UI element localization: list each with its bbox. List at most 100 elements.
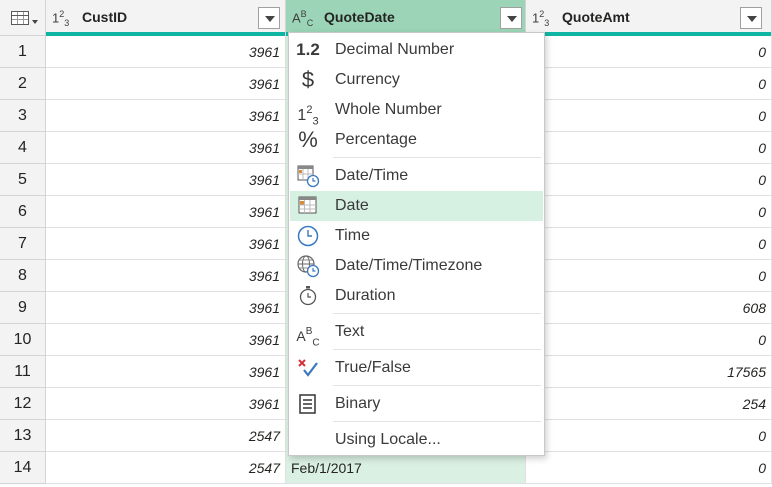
time-icon (294, 224, 322, 248)
text-type-icon[interactable]: ABC (292, 9, 313, 28)
cell-custid[interactable]: 3961 (46, 100, 286, 132)
cell-custid[interactable]: 2547 (46, 420, 286, 452)
cell-quoteamt[interactable]: 0 (526, 68, 772, 100)
cell-custid[interactable]: 3961 (46, 324, 286, 356)
menu-item-label: Time (335, 227, 370, 244)
menu-item-label: Whole Number (335, 101, 442, 118)
type-glyph: A (296, 328, 306, 344)
type-glyph: 1 (297, 107, 307, 124)
row-number[interactable]: 9 (0, 292, 46, 324)
menu-item-label: Using Locale... (335, 431, 441, 448)
cell-quoteamt[interactable]: 0 (526, 452, 772, 484)
row-number[interactable]: 14 (0, 452, 46, 484)
cell-quoteamt[interactable]: 608 (526, 292, 772, 324)
column-header-quotedate[interactable]: ABC QuoteDate (286, 0, 526, 36)
row-number[interactable]: 10 (0, 324, 46, 356)
cell-custid[interactable]: 3961 (46, 388, 286, 420)
row-number[interactable]: 7 (0, 228, 46, 260)
column-header-quoteamt[interactable]: 123 QuoteAmt (526, 0, 772, 36)
menu-item-percentage[interactable]: % Percentage (290, 125, 543, 155)
menu-separator (333, 157, 541, 158)
menu-item-date-time[interactable]: Date/Time (290, 161, 543, 191)
row-number[interactable]: 2 (0, 68, 46, 100)
cell-quoteamt[interactable]: 17565 (526, 356, 772, 388)
column-filter-dropdown[interactable] (258, 7, 280, 29)
row-number[interactable]: 4 (0, 132, 46, 164)
menu-item-label: True/False (335, 359, 411, 376)
menu-separator (333, 349, 541, 350)
whole-number-type-icon[interactable]: 123 (532, 9, 549, 28)
cell-custid[interactable]: 3961 (46, 68, 286, 100)
menu-item-decimal-number[interactable]: 1.2 Decimal Number (290, 35, 543, 65)
menu-item-label: Duration (335, 287, 396, 304)
column-filter-dropdown[interactable] (740, 7, 762, 29)
cell-quoteamt[interactable]: 0 (526, 420, 772, 452)
stopwatch-icon (294, 284, 322, 308)
decimal-number-icon: 1.2 (296, 40, 320, 59)
cell-quoteamt[interactable]: 0 (526, 260, 772, 292)
cell-quoteamt[interactable]: 0 (526, 196, 772, 228)
cell-quoteamt[interactable]: 0 (526, 164, 772, 196)
menu-item-label: Date/Time/Timezone (335, 257, 483, 274)
cell-quoteamt[interactable]: 254 (526, 388, 772, 420)
date-time-icon (294, 164, 322, 188)
menu-separator (333, 313, 541, 314)
row-number[interactable]: 8 (0, 260, 46, 292)
cell-custid[interactable]: 2547 (46, 452, 286, 484)
menu-item-binary[interactable]: Binary (290, 389, 543, 419)
menu-item-duration[interactable]: Duration (290, 281, 543, 311)
cell-custid[interactable]: 3961 (46, 260, 286, 292)
true-false-icon (294, 356, 322, 380)
date-icon (294, 194, 322, 218)
menu-item-label: Decimal Number (335, 41, 455, 58)
binary-icon (294, 392, 322, 416)
menu-item-label: Date/Time (335, 167, 409, 184)
row-number[interactable]: 5 (0, 164, 46, 196)
cell-quoteamt[interactable]: 0 (526, 100, 772, 132)
table-menu-button[interactable] (0, 0, 46, 36)
column-title: CustID (82, 9, 128, 25)
cell-quotedate[interactable]: Feb/1/2017 (286, 452, 526, 484)
cell-quoteamt[interactable]: 0 (526, 132, 772, 164)
whole-number-type-icon[interactable]: 123 (52, 9, 69, 28)
row-number[interactable]: 6 (0, 196, 46, 228)
menu-separator (333, 385, 541, 386)
percentage-icon: % (298, 127, 318, 152)
menu-item-using-locale[interactable]: Using Locale... (290, 425, 543, 455)
column-filter-dropdown[interactable] (500, 7, 522, 29)
row-number[interactable]: 3 (0, 100, 46, 132)
text-type-icon: ABC (294, 320, 322, 349)
cell-custid[interactable]: 3961 (46, 292, 286, 324)
menu-item-time[interactable]: Time (290, 221, 543, 251)
menu-item-text[interactable]: ABC Text (290, 317, 543, 349)
type-glyph: A (292, 10, 301, 26)
menu-item-label: Text (335, 323, 365, 340)
cell-custid[interactable]: 3961 (46, 228, 286, 260)
menu-item-true-false[interactable]: True/False (290, 353, 543, 383)
menu-item-whole-number[interactable]: 123 Whole Number (290, 95, 543, 128)
whole-number-icon: 123 (294, 98, 322, 128)
column-header-custid[interactable]: 123 CustID (46, 0, 286, 36)
menu-item-currency[interactable]: $ Currency (290, 65, 543, 95)
caret-down-icon (32, 20, 38, 24)
type-glyph: 2 (306, 104, 313, 116)
cell-quoteamt[interactable]: 0 (526, 228, 772, 260)
menu-item-label: Date (335, 197, 369, 214)
row-number[interactable]: 13 (0, 420, 46, 452)
menu-item-date-time-timezone[interactable]: Date/Time/Timezone (290, 251, 543, 281)
row-number[interactable]: 11 (0, 356, 46, 388)
menu-item-date[interactable]: Date (290, 191, 543, 221)
table-row: 14 2547 Feb/1/2017 0 (0, 452, 772, 484)
cell-quoteamt[interactable]: 0 (526, 36, 772, 68)
cell-custid[interactable]: 3961 (46, 356, 286, 388)
cell-quoteamt[interactable]: 0 (526, 324, 772, 356)
cell-custid[interactable]: 3961 (46, 164, 286, 196)
cell-custid[interactable]: 3961 (46, 132, 286, 164)
row-number[interactable]: 12 (0, 388, 46, 420)
row-number[interactable]: 1 (0, 36, 46, 68)
menu-item-label: Binary (335, 395, 381, 412)
cell-custid[interactable]: 3961 (46, 196, 286, 228)
cell-custid[interactable]: 3961 (46, 36, 286, 68)
menu-separator (333, 421, 541, 422)
globe-clock-icon (294, 254, 322, 278)
